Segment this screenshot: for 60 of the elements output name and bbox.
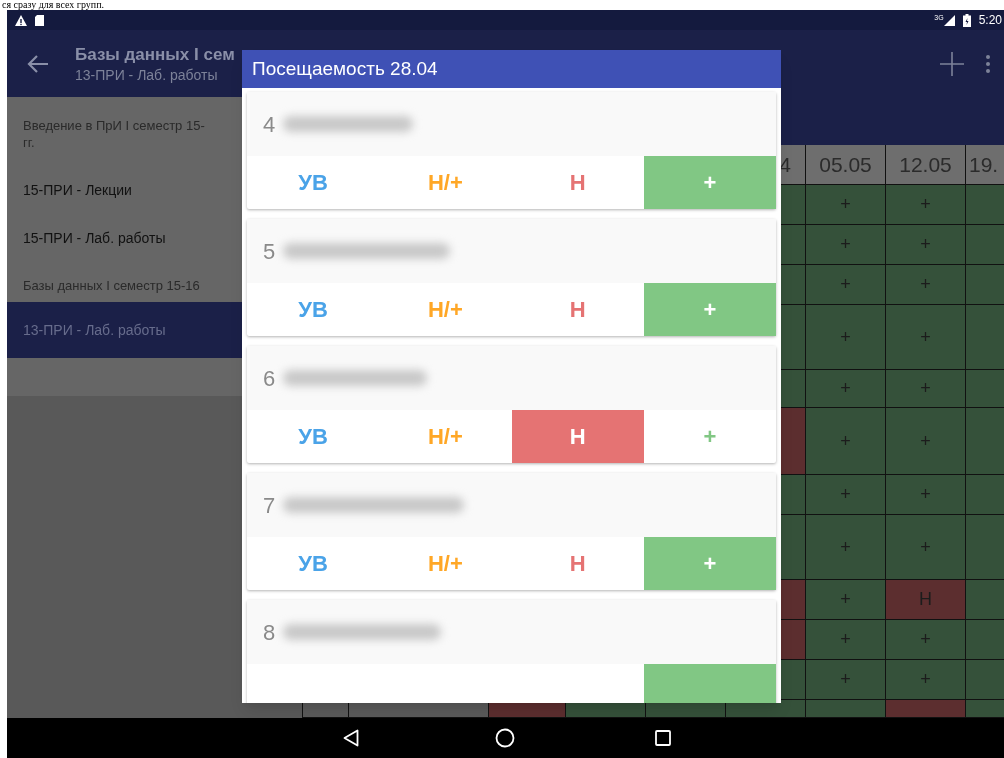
column-header: 19. xyxy=(965,145,1004,185)
attendance-option[interactable]: + xyxy=(643,156,776,209)
attendance-cell: + xyxy=(885,515,965,580)
attendance-cell: + xyxy=(805,408,885,475)
attendance-cell: + xyxy=(885,225,965,265)
attendance-cell: + xyxy=(885,265,965,305)
attendance-option[interactable]: + xyxy=(643,537,776,590)
attendance-cell: + xyxy=(805,185,885,225)
attendance-option[interactable]: Н xyxy=(511,410,644,463)
attendance-cell: + xyxy=(885,620,965,660)
attendance-cell: + xyxy=(885,370,965,408)
attendance-option[interactable]: Н xyxy=(511,283,644,336)
attendance-option[interactable]: Н/+ xyxy=(379,156,512,209)
attendance-cell: + xyxy=(805,580,885,620)
sd-card-icon xyxy=(35,14,44,26)
attendance-option[interactable]: Н/+ xyxy=(379,410,512,463)
attendance-cell: + xyxy=(805,620,885,660)
home-icon[interactable] xyxy=(495,728,515,748)
attendance-cell: + xyxy=(885,185,965,225)
attendance-option[interactable]: + xyxy=(643,410,776,463)
dialog-title: Посещаемость 28.04 xyxy=(242,50,781,88)
clock-time: 5:20 xyxy=(978,12,1002,29)
app-bar-subtitle: 13-ПРИ - Лаб. работы xyxy=(75,65,219,84)
back-arrow-icon[interactable] xyxy=(27,53,49,74)
attendance-option[interactable]: + xyxy=(643,283,776,336)
attendance-option[interactable]: Н xyxy=(511,156,644,209)
attendance-cell: + xyxy=(805,660,885,700)
heading-fragment: ся сразу для всех групп. xyxy=(2,0,105,10)
attendance-cell: + xyxy=(885,408,965,475)
attendance-cell: + xyxy=(885,305,965,370)
attendance-cell: + xyxy=(805,305,885,370)
battery-icon xyxy=(962,13,971,27)
add-icon[interactable] xyxy=(940,51,964,76)
attendance-cell: Н xyxy=(885,580,965,620)
attendance-option[interactable]: Н/+ xyxy=(379,283,512,336)
attendance-option[interactable]: УВ xyxy=(247,537,380,590)
back-icon[interactable] xyxy=(343,729,359,747)
warning-icon xyxy=(15,14,27,26)
attendance-cell: + xyxy=(805,265,885,305)
attendance-cell: + xyxy=(885,660,965,700)
recent-apps-icon[interactable] xyxy=(655,730,671,746)
column-header: 05.05 xyxy=(805,145,885,185)
column-header: 12.05 xyxy=(885,145,965,185)
student-number: 6 xyxy=(263,364,276,393)
attendance-option[interactable]: Н xyxy=(511,537,644,590)
attendance-option[interactable]: Н/+ xyxy=(379,537,512,590)
attendance-cell: + xyxy=(805,225,885,265)
student-number: 5 xyxy=(263,237,276,266)
attendance-option[interactable]: УВ xyxy=(247,156,380,209)
attendance-cell: + xyxy=(805,370,885,408)
student-number: 8 xyxy=(263,618,276,647)
app-bar-title: Базы данных I сем xyxy=(75,43,235,66)
more-options-icon[interactable] xyxy=(986,54,990,73)
student-number: 7 xyxy=(263,491,276,520)
signal-icon xyxy=(943,14,955,26)
attendance-cell: + xyxy=(885,475,965,515)
attendance-cell: + xyxy=(805,515,885,580)
attendance-option[interactable]: УВ xyxy=(247,410,380,463)
attendance-cell: + xyxy=(805,475,885,515)
student-number: 4 xyxy=(263,110,276,139)
